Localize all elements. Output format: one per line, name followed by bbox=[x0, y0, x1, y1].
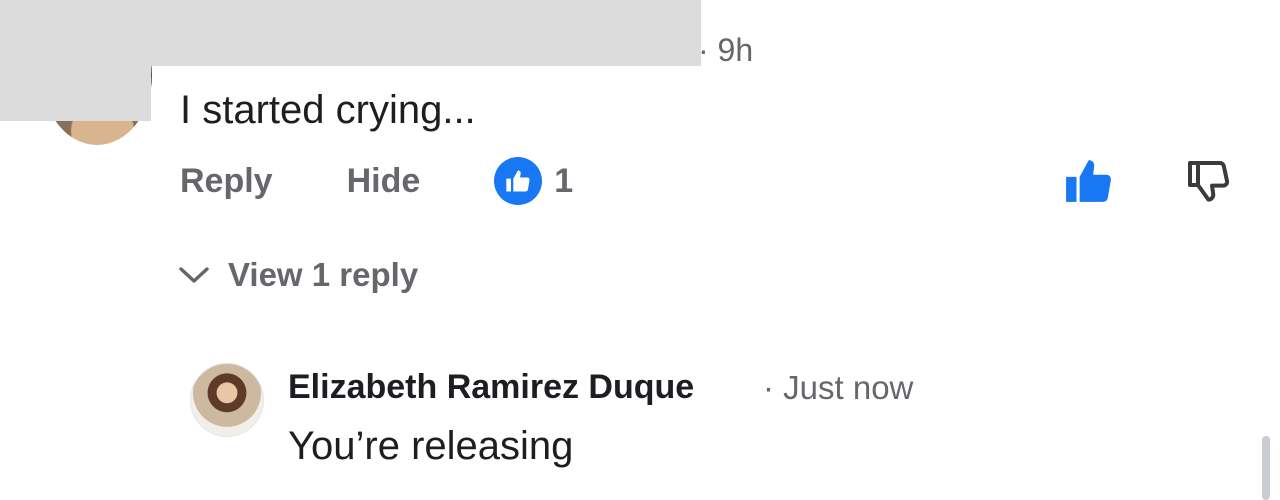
redacted-name-block bbox=[0, 0, 701, 66]
reply-author-name[interactable]: Elizabeth Ramirez Duque bbox=[288, 366, 694, 408]
thumbs-up-icon bbox=[1066, 160, 1111, 202]
view-replies-label: View 1 reply bbox=[228, 256, 419, 293]
comments-thread: · 9h I started crying... Reply Hide 1 Vi… bbox=[0, 0, 1280, 500]
like-reaction-icon bbox=[494, 157, 543, 205]
reaction-count: 1 bbox=[554, 161, 574, 200]
reply-author-avatar[interactable] bbox=[190, 363, 264, 437]
comment-text: I started crying... bbox=[180, 88, 476, 132]
reply-timestamp: · Just now bbox=[763, 369, 914, 406]
reply-text: You’re releasing bbox=[288, 424, 574, 468]
redacted-avatar-block bbox=[0, 66, 151, 121]
like-button[interactable] bbox=[1063, 156, 1115, 206]
view-replies-link[interactable]: View 1 reply bbox=[178, 252, 418, 298]
dislike-button[interactable] bbox=[1184, 156, 1232, 206]
scrollbar[interactable] bbox=[1262, 436, 1270, 500]
reaction-summary[interactable]: 1 bbox=[494, 157, 573, 205]
thumbs-down-icon bbox=[1188, 161, 1230, 202]
comment-actions: Reply Hide 1 bbox=[180, 156, 573, 206]
reply-button[interactable]: Reply bbox=[180, 162, 273, 201]
hide-button[interactable]: Hide bbox=[347, 162, 421, 201]
chevron-down-icon bbox=[179, 267, 209, 283]
comment-timestamp: · 9h bbox=[698, 32, 754, 68]
